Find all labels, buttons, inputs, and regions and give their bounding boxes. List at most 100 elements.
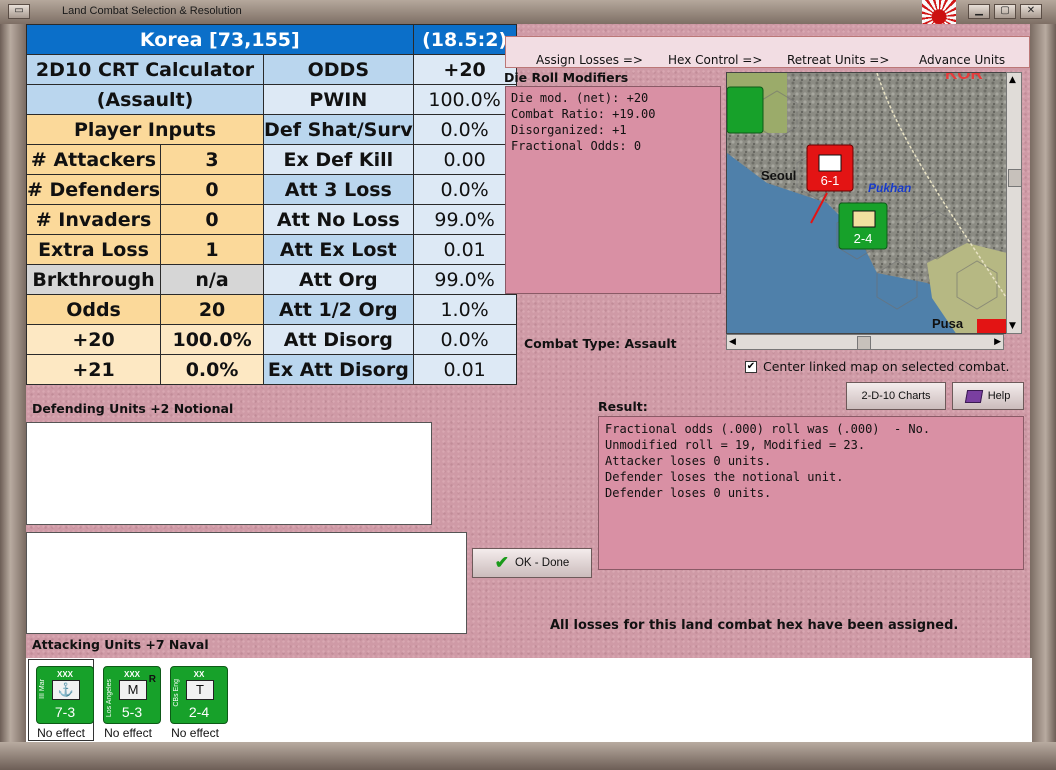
- result-label-8: Att 1/2 Org: [263, 294, 414, 325]
- frame-right: [1030, 24, 1056, 770]
- unit-size: XXX: [56, 670, 73, 679]
- linked-map[interactable]: Seoul Pukhan Pusa KOR 6-1 2-4: [726, 72, 1022, 334]
- frame-left: [0, 24, 26, 770]
- input-value-2[interactable]: 0: [160, 204, 265, 235]
- input-label-7: +21: [25, 354, 162, 385]
- unit-strength: 2-4: [188, 704, 210, 720]
- unit-name: III Mar: [39, 679, 46, 699]
- charts-button[interactable]: 2-D-10 Charts: [846, 382, 946, 410]
- input-value-5[interactable]: 20: [160, 294, 265, 325]
- map-label-pusan: Pusa: [932, 316, 964, 331]
- attacking-units-panel: XXX III Mar ⚓ 7-3 No effect XXX R Los An…: [26, 658, 1032, 742]
- scroll-up-icon[interactable]: ▲: [1009, 75, 1016, 85]
- minimize-button[interactable]: ▁: [968, 4, 990, 19]
- map-unit-enemy-value: 6-1: [821, 173, 840, 188]
- center-map-checkbox[interactable]: ✔: [745, 361, 757, 373]
- input-label-4: Brkthrough: [25, 264, 162, 295]
- result-value-5: 99.0%: [412, 204, 517, 235]
- attacking-unit-2[interactable]: XXX R Los Angeles M 5-3: [103, 666, 161, 724]
- result-value-6: 0.01: [412, 234, 517, 265]
- title-bar: ▭ Land Combat Selection & Resolution ▁ ▢…: [0, 0, 1056, 25]
- result-label-5: Att No Loss: [263, 204, 414, 235]
- scroll-down-icon[interactable]: ▼: [1009, 321, 1016, 331]
- step-assign-losses[interactable]: Assign Losses =>: [536, 53, 643, 67]
- input-value-0[interactable]: 3: [160, 144, 265, 175]
- ok-done-button[interactable]: ✔ OK - Done: [472, 548, 592, 578]
- step-advance-units[interactable]: Advance Units: [919, 53, 1005, 67]
- help-button[interactable]: Help: [952, 382, 1024, 410]
- result-value-3: 0.00: [412, 144, 517, 175]
- step-retreat-units[interactable]: Retreat Units =>: [787, 53, 889, 67]
- modifiers-title: Die Roll Modifiers: [504, 70, 629, 85]
- map-unit-friendly[interactable]: 2-4: [838, 202, 888, 250]
- result-value-0: +20: [412, 54, 517, 85]
- result-line: Defender loses 0 units.: [605, 486, 772, 500]
- modifier-line: Disorganized: +1: [511, 123, 627, 137]
- defending-units-list[interactable]: [26, 422, 432, 525]
- map-unit-friendly-value: 2-4: [854, 231, 873, 246]
- input-label-1: # Defenders: [25, 174, 162, 205]
- ok-done-label: OK - Done: [514, 557, 570, 569]
- unit-effect: No effect: [104, 726, 152, 740]
- result-label-6: Att Ex Lost: [263, 234, 414, 265]
- result-line: Fractional odds (.000) roll was (.000) -…: [605, 422, 931, 436]
- map-vertical-scrollbar[interactable]: ▲ ▼: [1006, 72, 1022, 334]
- input-label-6: +20: [25, 324, 162, 355]
- system-menu-button[interactable]: ▭: [8, 4, 30, 19]
- map-label-korea: KOR: [945, 73, 983, 83]
- defending-title: Defending Units +2 Notional: [32, 401, 234, 416]
- maximize-button[interactable]: ▢: [994, 4, 1016, 19]
- result-label-10: Ex Att Disorg: [263, 354, 414, 385]
- result-label-9: Att Disorg: [263, 324, 414, 355]
- attacking-unit-3[interactable]: XX CBs Eng T 2-4: [170, 666, 228, 724]
- result-label-0: ODDS: [263, 54, 414, 85]
- result-value-2: 0.0%: [412, 114, 517, 145]
- book-icon: [964, 389, 983, 403]
- map-horizontal-scrollbar[interactable]: ◀ ▶: [726, 334, 1004, 350]
- combat-type-label: Combat Type:: [524, 336, 621, 351]
- modifier-line: Fractional Odds: 0: [511, 139, 642, 153]
- map-svg: Seoul Pukhan Pusa KOR 6-1 2-4: [727, 73, 1021, 333]
- ratio-label: (18.5:2): [412, 24, 517, 55]
- map-unit-partial[interactable]: [727, 86, 764, 134]
- engineer-icon: T: [186, 680, 214, 700]
- close-button[interactable]: ✕: [1020, 4, 1042, 19]
- scroll-right-icon[interactable]: ▶: [994, 337, 1001, 347]
- modifier-line: Die mod. (net): +20: [511, 91, 649, 105]
- result-value-1: 100.0%: [412, 84, 517, 115]
- mechanized-icon: M: [119, 680, 147, 700]
- player-inputs-header: Player Inputs: [25, 114, 265, 145]
- result-value-9: 0.0%: [412, 324, 517, 355]
- result-label-2: Def Shat/Surv: [263, 114, 414, 145]
- map-label-pukhan: Pukhan: [868, 181, 911, 195]
- input-value-3[interactable]: 1: [160, 234, 265, 265]
- window-title: Land Combat Selection & Resolution: [62, 5, 242, 17]
- unit-effect: No effect: [37, 726, 85, 740]
- input-value-7: 0.0%: [160, 354, 265, 385]
- scroll-left-icon[interactable]: ◀: [729, 337, 736, 347]
- defending-units-detail[interactable]: [26, 532, 467, 634]
- scroll-thumb[interactable]: [857, 336, 871, 350]
- input-value-1[interactable]: 0: [160, 174, 265, 205]
- result-value-8: 1.0%: [412, 294, 517, 325]
- crt-calculator-table: Korea [73,155] (18.5:2) 2D10 CRT Calcula…: [25, 24, 517, 385]
- unit-effect: No effect: [171, 726, 219, 740]
- result-box: Fractional odds (.000) roll was (.000) -…: [598, 416, 1024, 570]
- unit-reserve-flag: R: [148, 674, 156, 685]
- result-title: Result:: [598, 399, 648, 414]
- charts-button-label: 2-D-10 Charts: [861, 390, 931, 402]
- status-message: All losses for this land combat hex have…: [550, 618, 959, 633]
- input-value-6: 100.0%: [160, 324, 265, 355]
- attacking-unit-1[interactable]: XXX III Mar ⚓ 7-3: [36, 666, 94, 724]
- map-label-seoul: Seoul: [761, 168, 796, 183]
- map-unit-enemy[interactable]: 6-1: [806, 144, 854, 192]
- rising-sun-flag-icon: [922, 0, 956, 24]
- scroll-thumb-v[interactable]: [1008, 169, 1022, 187]
- combat-type: Combat Type: Assault: [524, 336, 677, 351]
- result-value-10: 0.01: [412, 354, 517, 385]
- checkmark-icon: ✔: [494, 553, 509, 572]
- result-value-7: 99.0%: [412, 264, 517, 295]
- frame-bottom: [0, 742, 1056, 770]
- step-hex-control[interactable]: Hex Control =>: [668, 53, 762, 67]
- combat-type-value: Assault: [624, 336, 677, 351]
